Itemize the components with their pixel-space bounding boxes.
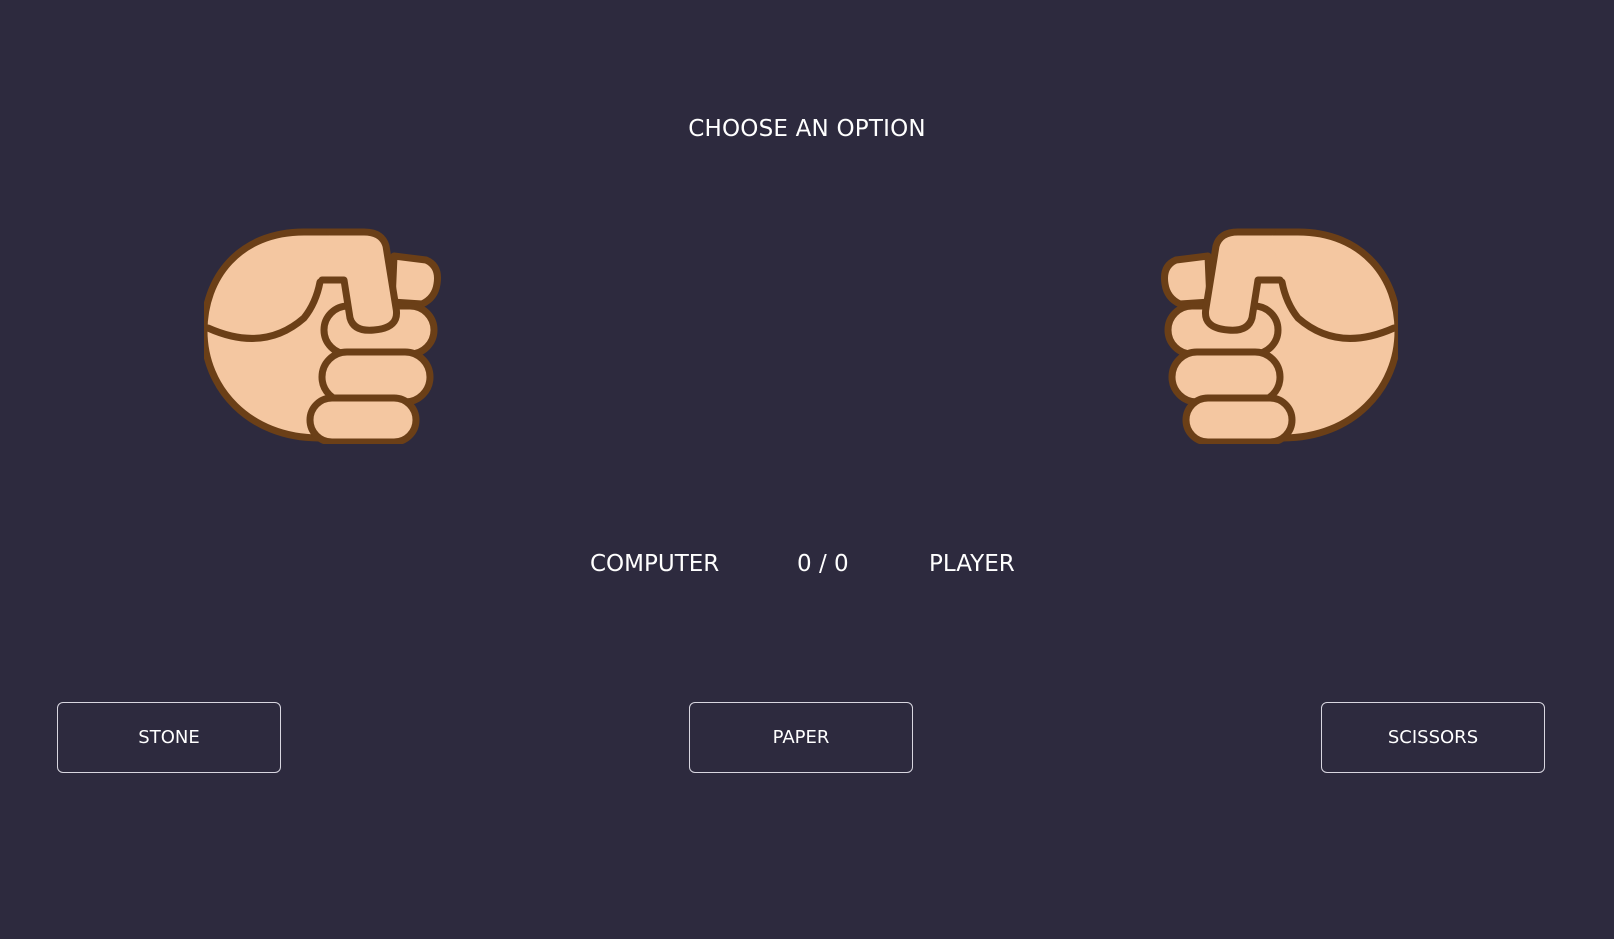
scissors-button[interactable]: SCISSORS <box>1321 702 1545 773</box>
paper-button[interactable]: PAPER <box>689 702 913 773</box>
player-fist-icon <box>1154 228 1398 444</box>
computer-label: COMPUTER <box>590 551 720 577</box>
score-value: 0 / 0 <box>797 551 849 577</box>
stone-button[interactable]: STONE <box>57 702 281 773</box>
computer-fist-icon <box>204 228 448 444</box>
choose-option-heading: CHOOSE AN OPTION <box>688 116 926 142</box>
player-label: PLAYER <box>929 551 1015 577</box>
